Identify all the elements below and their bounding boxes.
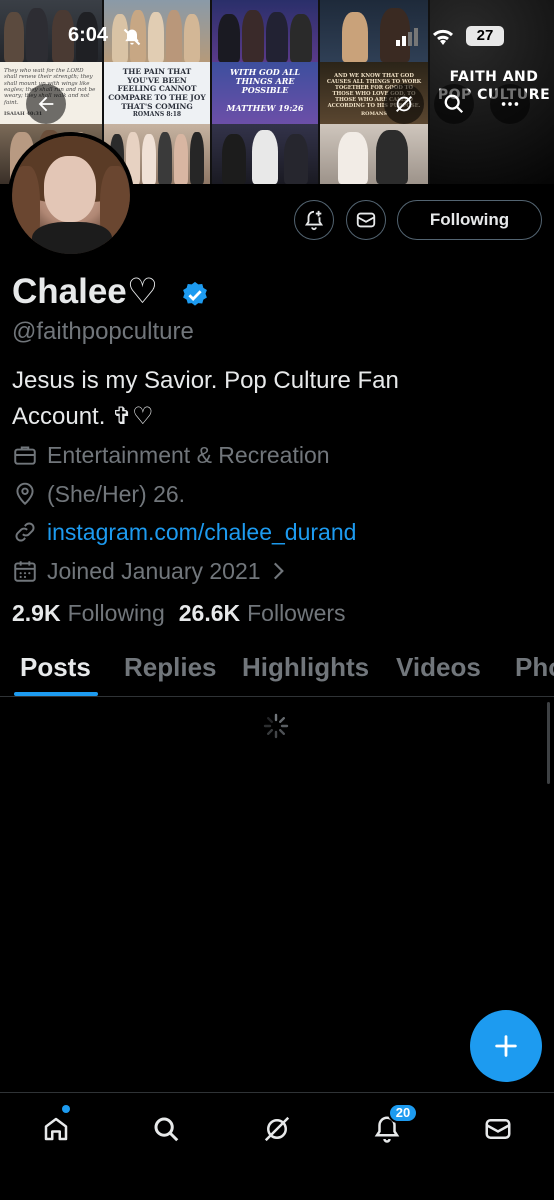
nav-messages[interactable] xyxy=(478,1109,518,1149)
tab-posts[interactable]: Posts xyxy=(20,652,91,683)
signal-icon xyxy=(396,28,418,46)
followers-label: Followers xyxy=(247,600,346,626)
status-bar: 6:04 27 xyxy=(0,22,554,52)
profile-joined-text: Joined January 2021 xyxy=(47,557,261,584)
scrollbar[interactable] xyxy=(547,702,550,784)
link-icon xyxy=(15,522,35,542)
profile-category-text: Entertainment & Recreation xyxy=(47,441,330,468)
following-count-link[interactable]: 2.9K Following xyxy=(12,600,165,627)
followers-count: 26.6K xyxy=(178,600,241,626)
profile-website-link[interactable]: instagram.com/chalee_durand xyxy=(47,519,356,546)
profile-website: instagram.com/chalee_durand xyxy=(12,516,356,548)
chevron-right-icon xyxy=(273,562,284,580)
profile-tabs: Posts Replies Highlights Videos Photos xyxy=(0,640,554,697)
silent-mode-icon xyxy=(123,28,141,46)
followers-count-link[interactable]: 26.6K Followers xyxy=(179,600,346,627)
banner-photo-group-8 xyxy=(320,124,428,184)
arrow-left-icon xyxy=(38,96,54,112)
banner-photo-group-7 xyxy=(212,124,318,184)
profile-location: (She/Her) 26. xyxy=(12,478,185,510)
display-name: Chalee♡ xyxy=(12,272,159,311)
profile-bio: Jesus is my Savior. Pop Culture Fan Acco… xyxy=(12,367,399,430)
following-label: Following xyxy=(67,600,165,626)
tab-replies[interactable]: Replies xyxy=(124,652,217,683)
status-time: 6:04 xyxy=(68,24,109,46)
follow-counts: 2.9K Following 26.6K Followers xyxy=(12,600,346,627)
search-icon xyxy=(444,94,464,114)
profile-location-text: (She/Her) 26. xyxy=(47,480,186,507)
home-icon xyxy=(44,1117,68,1141)
profile-joined[interactable]: Joined January 2021 xyxy=(12,555,291,587)
tab-photos[interactable]: Photos xyxy=(515,652,554,683)
profile-category: Entertainment & Recreation xyxy=(12,439,330,471)
home-unread-dot xyxy=(62,1105,70,1113)
plus-icon xyxy=(495,1035,517,1057)
more-icon xyxy=(501,102,519,106)
user-handle: @faithpopculture xyxy=(12,318,194,345)
grok-icon xyxy=(396,96,412,112)
envelope-icon xyxy=(485,1119,511,1139)
tab-videos[interactable]: Videos xyxy=(396,652,481,683)
nav-home[interactable] xyxy=(36,1109,76,1149)
envelope-icon xyxy=(356,212,376,228)
back-button[interactable] xyxy=(26,84,66,124)
battery-indicator: 27 xyxy=(466,26,504,46)
tab-highlights[interactable]: Highlights xyxy=(242,652,369,683)
loading-spinner-icon xyxy=(263,713,289,739)
search-icon xyxy=(154,1117,179,1142)
grok-button[interactable] xyxy=(384,84,424,124)
briefcase-icon xyxy=(14,446,36,465)
message-button[interactable] xyxy=(346,200,386,240)
verified-badge-icon[interactable] xyxy=(180,280,210,310)
following-count: 2.9K xyxy=(12,600,61,626)
notifications-badge: 20 xyxy=(388,1103,418,1123)
location-pin-icon xyxy=(16,482,34,506)
nav-grok[interactable] xyxy=(257,1109,297,1149)
banner-verse-matthew: WITH GOD ALL THINGS ARE POSSIBLE MATTHEW… xyxy=(212,62,318,124)
search-profile-button[interactable] xyxy=(434,84,474,124)
active-tab-indicator xyxy=(14,692,98,696)
compose-post-button[interactable] xyxy=(470,1010,542,1082)
grok-icon xyxy=(264,1116,290,1142)
wifi-icon xyxy=(432,29,454,45)
bottom-navigation: 20 xyxy=(0,1092,554,1200)
following-button[interactable]: Following xyxy=(397,200,542,240)
bell-plus-icon xyxy=(304,210,324,231)
banner-verse-romans: THE PAIN THAT YOU'VE BEEN FEELING CANNOT… xyxy=(104,62,210,124)
calendar-icon xyxy=(14,561,36,582)
subscribe-notifications-button[interactable] xyxy=(294,200,334,240)
avatar[interactable] xyxy=(8,132,134,258)
more-options-button[interactable] xyxy=(490,84,530,124)
nav-search[interactable] xyxy=(146,1109,186,1149)
